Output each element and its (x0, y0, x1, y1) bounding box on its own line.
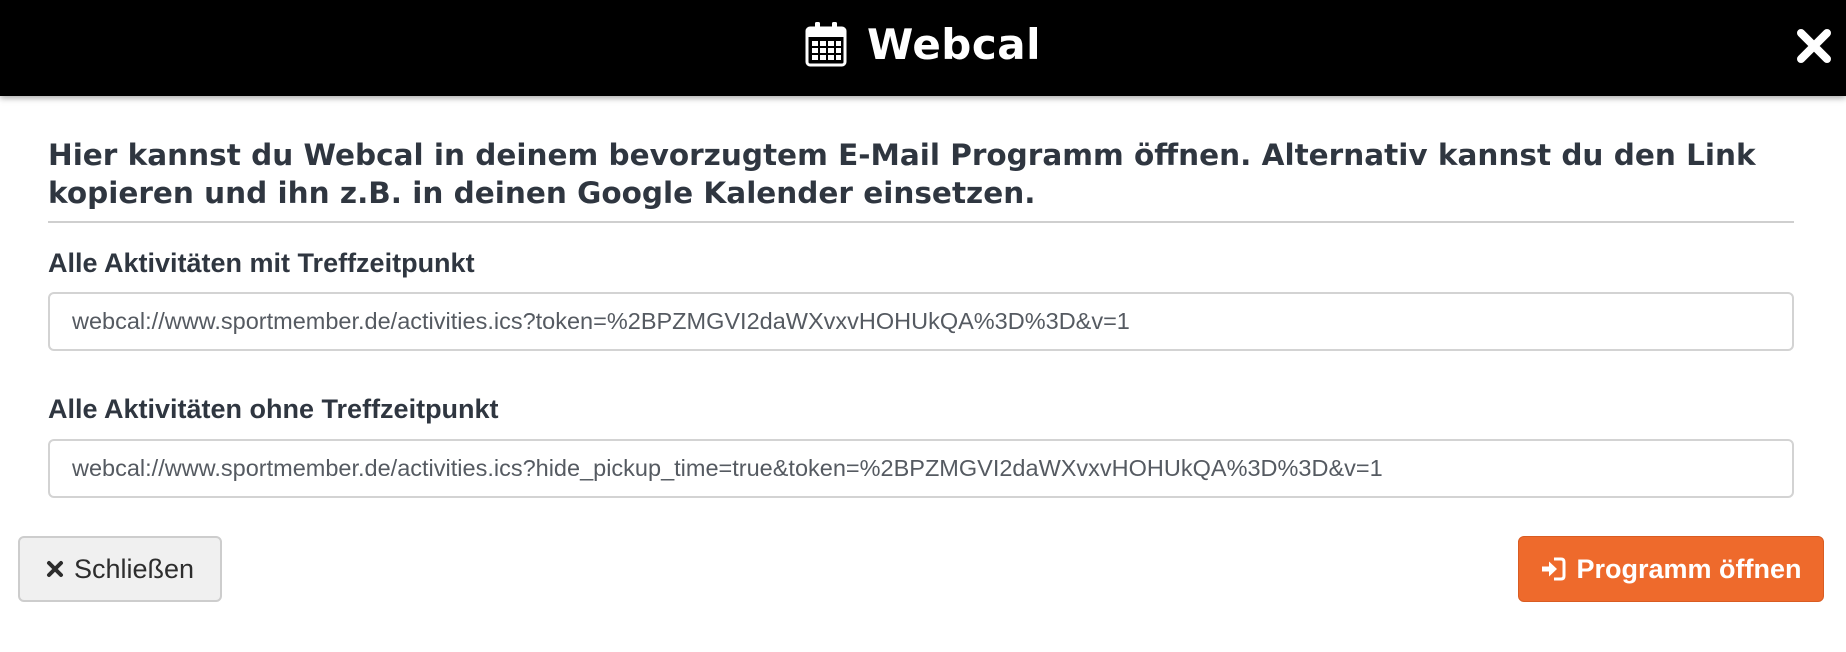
intro-text: Hier kannst du Webcal in deinem bevorzug… (48, 138, 1756, 210)
webcal-modal: Webcal Hier kannst du Webcal in deinem b… (0, 0, 1846, 652)
close-button-label: Schließen (73, 553, 195, 584)
sign-in-icon (1542, 557, 1566, 581)
calendar-icon (805, 22, 847, 67)
webcal-url-without-meeting-time-field[interactable] (48, 439, 1794, 498)
webcal-url-with-meeting-time-field[interactable] (48, 292, 1794, 351)
times-icon (46, 561, 63, 577)
modal-header: Webcal (0, 0, 1846, 96)
close-icon[interactable] (1794, 26, 1834, 66)
open-program-button-label: Programm öffnen (1576, 553, 1802, 584)
field-label-without-meeting-time: Alle Aktivitäten ohne Treffzeitpunkt (48, 394, 499, 424)
divider (48, 221, 1794, 223)
open-program-button[interactable]: Programm öffnen (1518, 536, 1824, 602)
modal-title: Webcal (866, 19, 1041, 69)
header-title-group: Webcal (0, 0, 1846, 88)
field-label-with-meeting-time: Alle Aktivitäten mit Treffzeitpunkt (48, 248, 475, 278)
close-button[interactable]: Schließen (18, 536, 222, 602)
